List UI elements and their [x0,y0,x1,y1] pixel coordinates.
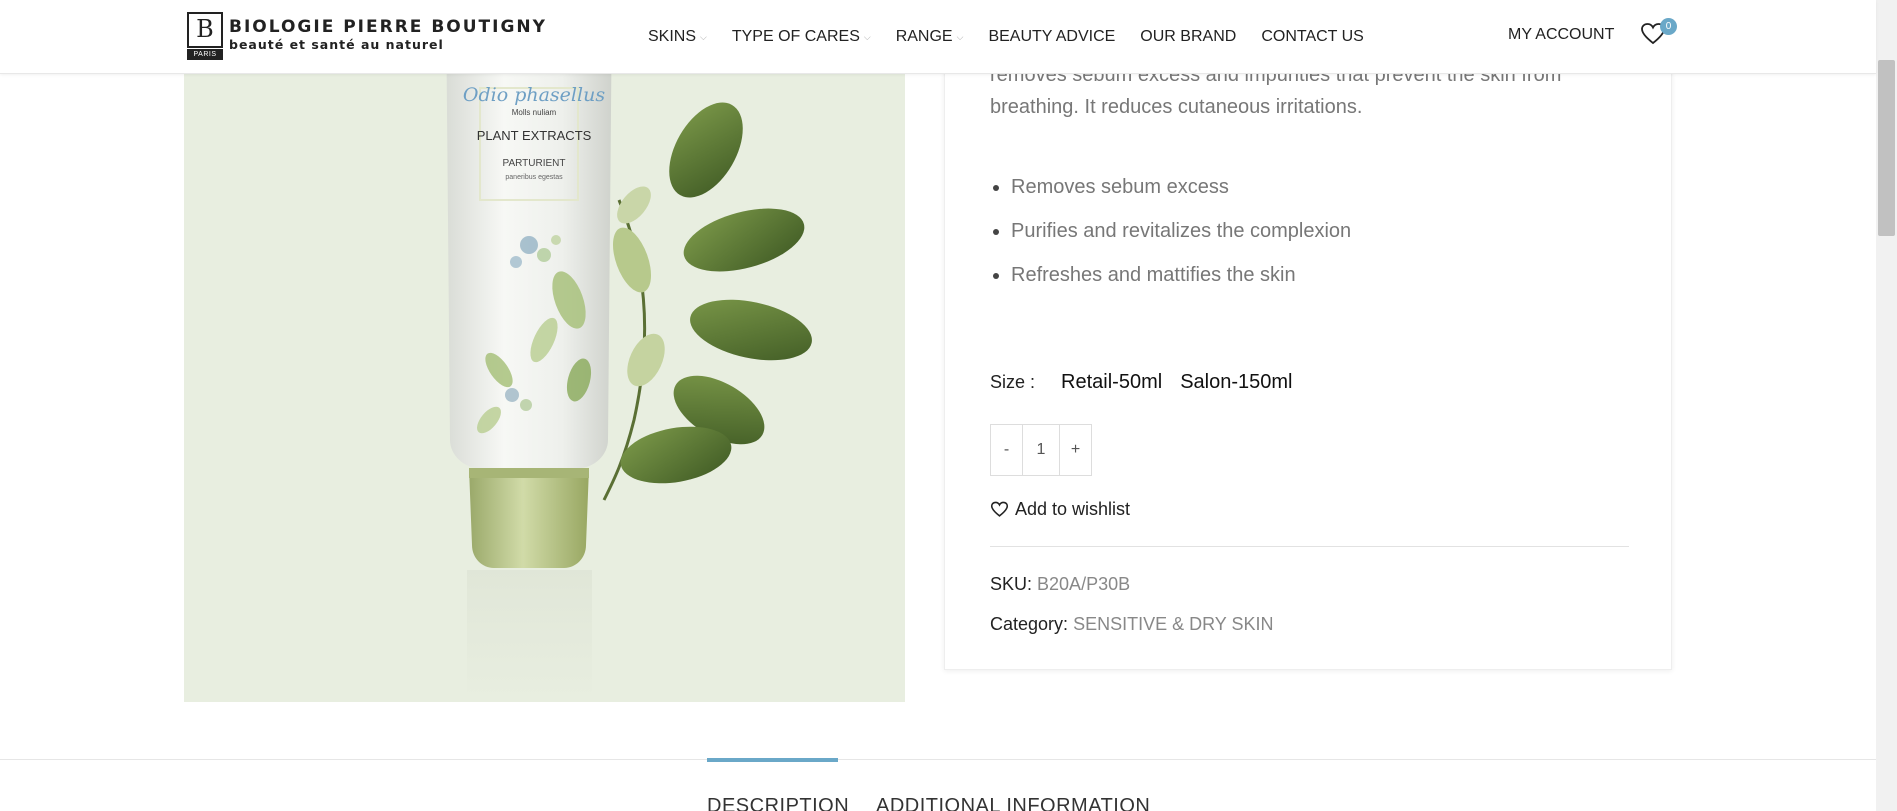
nav-contact-us[interactable]: CONTACT US [1261,26,1364,48]
add-to-wishlist-label: Add to wishlist [1015,499,1131,519]
product-summary: removes sebum excess and impurities that… [944,0,1672,670]
tab-description[interactable]: DESCRIPTION [707,760,849,811]
nav-range[interactable]: RANGE ⌵ [896,26,964,48]
main-nav: SKINS ⌵ TYPE OF CARES ⌵ RANGE ⌵ BEAUTY ADVI… [648,26,1389,48]
heart-icon [990,501,1009,517]
product-script-text: Odio phasellus [463,84,605,106]
product-photo: Odio phasellus Molls nuliam PLANT EXTRAC… [446,0,812,702]
divider [990,546,1629,547]
nav-type-of-cares[interactable]: TYPE OF CARES ⌵ [732,26,871,48]
nav-our-brand[interactable]: OUR BRAND [1140,26,1236,48]
tab-additional-information[interactable]: ADDITIONAL INFORMATION [876,760,1150,811]
site-header: B PARIS BIOLOGIE PIERRE BOUTIGNY beauté … [0,0,1876,74]
sku-row: SKU: B20A/P30B [990,574,1130,595]
size-option-retail[interactable]: Retail-50ml [1061,371,1162,394]
category-link[interactable]: SENSITIVE & DRY SKIN [1073,614,1273,634]
quantity-stepper: - 1 + [990,424,1092,476]
category-label: Category: [990,614,1069,634]
category-row: Category: SENSITIVE & DRY SKIN [990,614,1273,635]
list-item: Purifies and revitalizes the complexion [990,217,1620,261]
qty-minus-button[interactable]: - [991,425,1022,475]
nav-skins[interactable]: SKINS ⌵ [648,26,707,48]
logo-mark-icon: B PARIS [187,12,223,60]
product-label-title: PLANT EXTRACTS [477,128,592,143]
size-label: Size : [990,372,1036,392]
chevron-down-icon: ⌵ [863,31,871,42]
wishlist-count-badge: 0 [1660,18,1677,35]
my-account-link[interactable]: MY ACCOUNT [1508,26,1614,44]
product-image[interactable]: Odio phasellus Molls nuliam PLANT EXTRAC… [184,0,905,702]
qty-input[interactable]: 1 [1022,425,1060,475]
wishlist-button[interactable]: 0 [1640,18,1677,48]
add-to-wishlist-button[interactable]: Add to wishlist [990,499,1130,520]
product-benefits: Removes sebum excess Purifies and revita… [990,173,1620,305]
product-label-subtitle: PARTURIENT [503,158,566,169]
chevron-down-icon: ⌵ [700,31,707,42]
list-item: Refreshes and mattifies the skin [990,261,1620,305]
logo-subtitle: beauté et santé au naturel [229,37,444,52]
product-label-tiny: paneribus egestas [505,174,563,181]
qty-plus-button[interactable]: + [1060,425,1091,475]
size-option-salon[interactable]: Salon-150ml [1180,371,1292,394]
product-small-line: Molls nuliam [512,108,557,117]
logo-badge: PARIS [187,49,223,60]
size-selector: Size : Retail-50ml Salon-150ml [990,371,1310,394]
chevron-down-icon: ⌵ [956,31,964,42]
brand-logo[interactable]: B PARIS BIOLOGIE PIERRE BOUTIGNY beauté … [187,12,547,60]
scrollbar-thumb[interactable] [1878,60,1895,236]
sku-value: B20A/P30B [1037,574,1131,594]
logo-title: BIOLOGIE PIERRE BOUTIGNY [229,17,547,37]
nav-beauty-advice[interactable]: BEAUTY ADVICE [988,26,1115,48]
sku-label: SKU: [990,574,1033,594]
list-item: Removes sebum excess [990,173,1620,217]
